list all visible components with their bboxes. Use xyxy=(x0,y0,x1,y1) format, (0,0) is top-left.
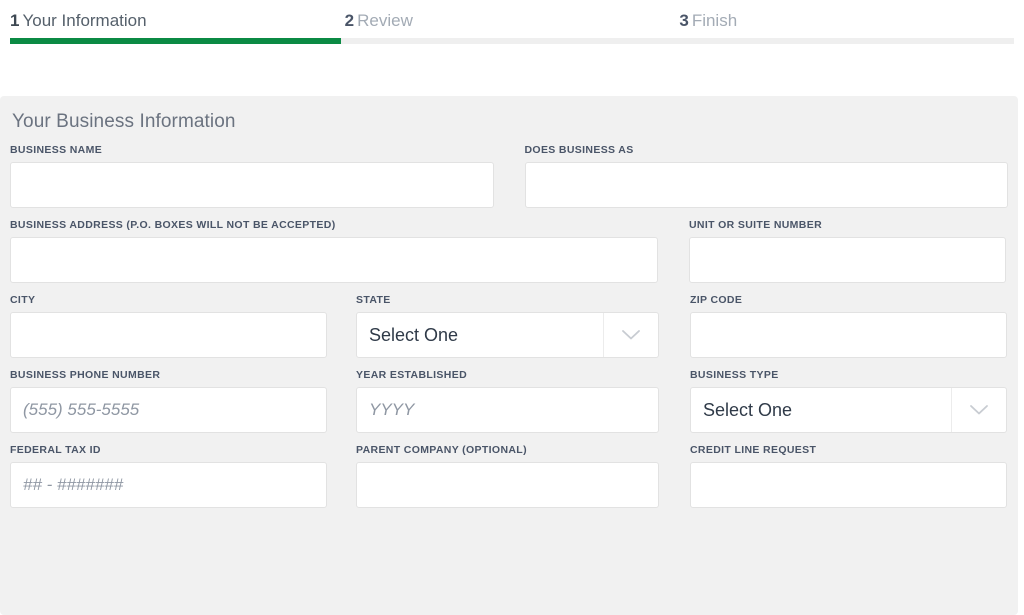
step-3-number: 3 xyxy=(679,11,689,30)
business-information-panel: Your Business Information BUSINESS NAME D… xyxy=(0,96,1018,615)
chevron-down-icon[interactable] xyxy=(603,313,658,357)
field-business-type: BUSINESS TYPE Select One xyxy=(690,369,1007,433)
chevron-down-icon[interactable] xyxy=(951,388,1006,432)
input-federal-tax-id[interactable] xyxy=(11,463,326,507)
field-credit-line-request: CREDIT LINE REQUEST xyxy=(690,444,1007,508)
step-3-finish[interactable]: 3 Finish xyxy=(679,0,1014,37)
progress-track xyxy=(10,38,1014,44)
input-zip-code[interactable] xyxy=(691,313,1006,357)
form-row: BUSINESS NAME DOES BUSINESS AS xyxy=(10,144,1008,208)
input-wrapper-business-name[interactable] xyxy=(10,162,494,208)
wizard-stepper: 1 Your Information 2 Review 3 Finish xyxy=(0,0,1024,96)
form-row: FEDERAL TAX ID PARENT COMPANY (OPTIONAL) C… xyxy=(10,444,1008,508)
form-row: CITY STATE Select One ZIP CODE xyxy=(10,294,1008,358)
select-state[interactable]: Select One xyxy=(356,312,659,358)
step-2-number: 2 xyxy=(344,11,355,30)
field-business-name: BUSINESS NAME xyxy=(10,144,494,208)
field-does-business-as: DOES BUSINESS AS xyxy=(524,144,1008,208)
form-row: BUSINESS ADDRESS (P.O. BOXES WILL NOT BE… xyxy=(10,219,1008,283)
field-state: STATE Select One xyxy=(356,294,659,358)
panel-title: Your Business Information xyxy=(12,111,236,132)
form-row: BUSINESS PHONE NUMBER YEAR ESTABLISHED BUS… xyxy=(10,369,1008,433)
step-2-review[interactable]: 2 Review xyxy=(345,0,680,37)
input-wrapper-unit-or-suite-number[interactable] xyxy=(689,237,1006,283)
label-credit-line-request: CREDIT LINE REQUEST xyxy=(690,444,817,456)
step-3-label: Finish xyxy=(691,11,738,30)
input-does-business-as[interactable] xyxy=(525,163,1007,207)
label-state: STATE xyxy=(356,294,391,306)
label-parent-company: PARENT COMPANY (OPTIONAL) xyxy=(356,444,527,456)
step-list: 1 Your Information 2 Review 3 Finish xyxy=(0,0,1024,37)
field-unit-or-suite-number: UNIT OR SUITE NUMBER xyxy=(689,219,1006,283)
progress-fill xyxy=(10,38,342,44)
field-business-address: BUSINESS ADDRESS (P.O. BOXES WILL NOT BE… xyxy=(10,219,658,283)
input-wrapper-does-business-as[interactable] xyxy=(524,162,1008,208)
label-business-type: BUSINESS TYPE xyxy=(690,369,779,381)
step-1-number: 1 xyxy=(10,11,20,30)
label-zip-code: ZIP CODE xyxy=(690,294,743,306)
label-city: CITY xyxy=(10,294,36,306)
input-city[interactable] xyxy=(11,313,326,357)
field-parent-company: PARENT COMPANY (OPTIONAL) xyxy=(356,444,659,508)
input-business-address[interactable] xyxy=(11,238,657,282)
field-federal-tax-id: FEDERAL TAX ID xyxy=(10,444,327,508)
label-unit-or-suite-number: UNIT OR SUITE NUMBER xyxy=(689,219,822,231)
input-unit-or-suite-number[interactable] xyxy=(690,238,1005,282)
select-value-business-type: Select One xyxy=(703,400,793,420)
label-federal-tax-id: FEDERAL TAX ID xyxy=(10,444,101,456)
input-wrapper-city[interactable] xyxy=(10,312,327,358)
input-wrapper-business-address[interactable] xyxy=(10,237,658,283)
input-wrapper-federal-tax-id[interactable] xyxy=(10,462,327,508)
label-business-phone-number: BUSINESS PHONE NUMBER xyxy=(10,369,161,381)
input-wrapper-year-established[interactable] xyxy=(356,387,659,433)
field-city: CITY xyxy=(10,294,327,358)
label-business-address: BUSINESS ADDRESS (P.O. BOXES WILL NOT BE… xyxy=(10,219,336,231)
label-does-business-as: DOES BUSINESS AS xyxy=(524,144,634,156)
input-wrapper-zip-code[interactable] xyxy=(690,312,1007,358)
select-business-type[interactable]: Select One xyxy=(690,387,1007,433)
step-1-your-information[interactable]: 1 Your Information xyxy=(10,0,345,37)
label-business-name: BUSINESS NAME xyxy=(10,144,103,156)
label-year-established: YEAR ESTABLISHED xyxy=(356,369,467,381)
field-zip-code: ZIP CODE xyxy=(690,294,1007,358)
input-year-established[interactable] xyxy=(357,388,658,432)
select-value-state: Select One xyxy=(369,325,459,345)
field-business-phone-number: BUSINESS PHONE NUMBER xyxy=(10,369,327,433)
input-business-name[interactable] xyxy=(11,163,493,207)
step-1-label: Your Information xyxy=(22,11,147,30)
business-information-form: BUSINESS NAME DOES BUSINESS AS BUSINESS AD… xyxy=(10,144,1008,508)
field-year-established: YEAR ESTABLISHED xyxy=(356,369,659,433)
input-wrapper-parent-company[interactable] xyxy=(356,462,659,508)
input-wrapper-credit-line-request[interactable] xyxy=(690,462,1007,508)
input-wrapper-business-phone-number[interactable] xyxy=(10,387,327,433)
input-business-phone-number[interactable] xyxy=(11,388,326,432)
input-credit-line-request[interactable] xyxy=(691,463,1006,507)
input-parent-company[interactable] xyxy=(357,463,658,507)
step-2-label: Review xyxy=(357,11,413,30)
